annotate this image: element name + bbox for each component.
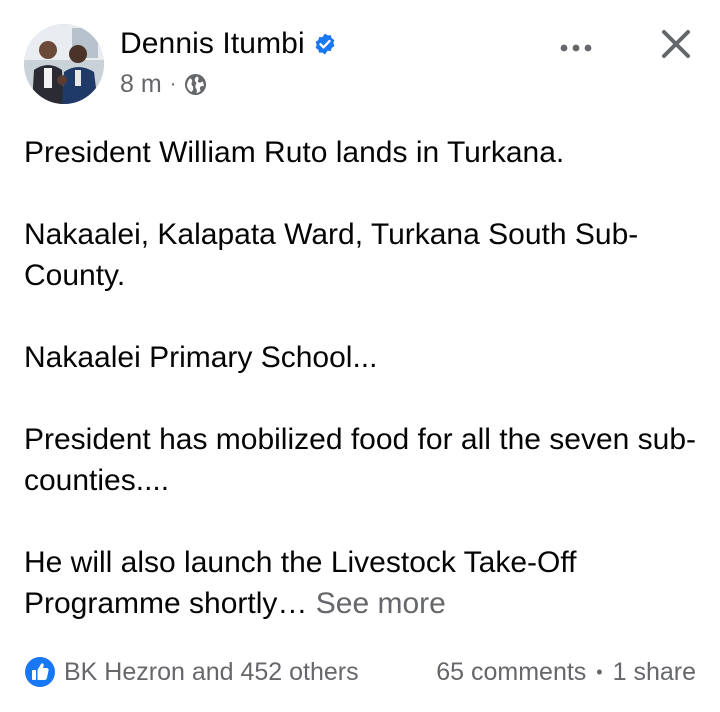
shares-count[interactable]: 1 share (613, 658, 696, 687)
post-meta: 8 m · (120, 68, 207, 100)
close-icon (662, 30, 690, 58)
post-footer: BK Hezron and 452 others 65 comments • 1… (24, 652, 696, 692)
post-text: President William Ruto lands in Turkana.… (24, 132, 704, 624)
post-paragraph: President has mobilized food for all the… (24, 423, 697, 497)
author-avatar[interactable] (24, 24, 104, 104)
engagement-counts: 65 comments • 1 share (436, 658, 696, 687)
verified-badge-icon (313, 32, 337, 56)
facebook-post: Dennis Itumbi 8 m · President William Ru… (0, 0, 720, 712)
post-timestamp[interactable]: 8 m (120, 70, 162, 99)
like-reaction-icon (24, 656, 56, 688)
post-paragraph-last: He will also launch the Livestock Take-O… (24, 542, 704, 624)
reactions-summary[interactable]: BK Hezron and 452 others (24, 656, 359, 688)
more-horizontal-icon (560, 44, 592, 52)
footer-separator: • (596, 661, 603, 682)
more-options-button[interactable] (554, 30, 598, 66)
avatar-photo (24, 24, 104, 104)
globe-icon[interactable] (184, 73, 207, 96)
author-name[interactable]: Dennis Itumbi (120, 27, 305, 61)
meta-separator: · (169, 72, 177, 95)
post-paragraph-text: He will also launch the Livestock Take-O… (24, 546, 577, 620)
close-button[interactable] (654, 22, 698, 66)
post-paragraph: Nakaalei Primary School... (24, 341, 378, 374)
reactions-text: BK Hezron and 452 others (64, 657, 359, 686)
see-more-link[interactable]: See more (316, 587, 446, 620)
post-header: Dennis Itumbi 8 m · (24, 20, 698, 104)
post-paragraph: Nakaalei, Kalapata Ward, Turkana South S… (24, 218, 639, 292)
post-paragraph: President William Ruto lands in Turkana. (24, 136, 565, 169)
author-name-row: Dennis Itumbi (120, 24, 337, 64)
comments-count[interactable]: 65 comments (436, 658, 586, 687)
